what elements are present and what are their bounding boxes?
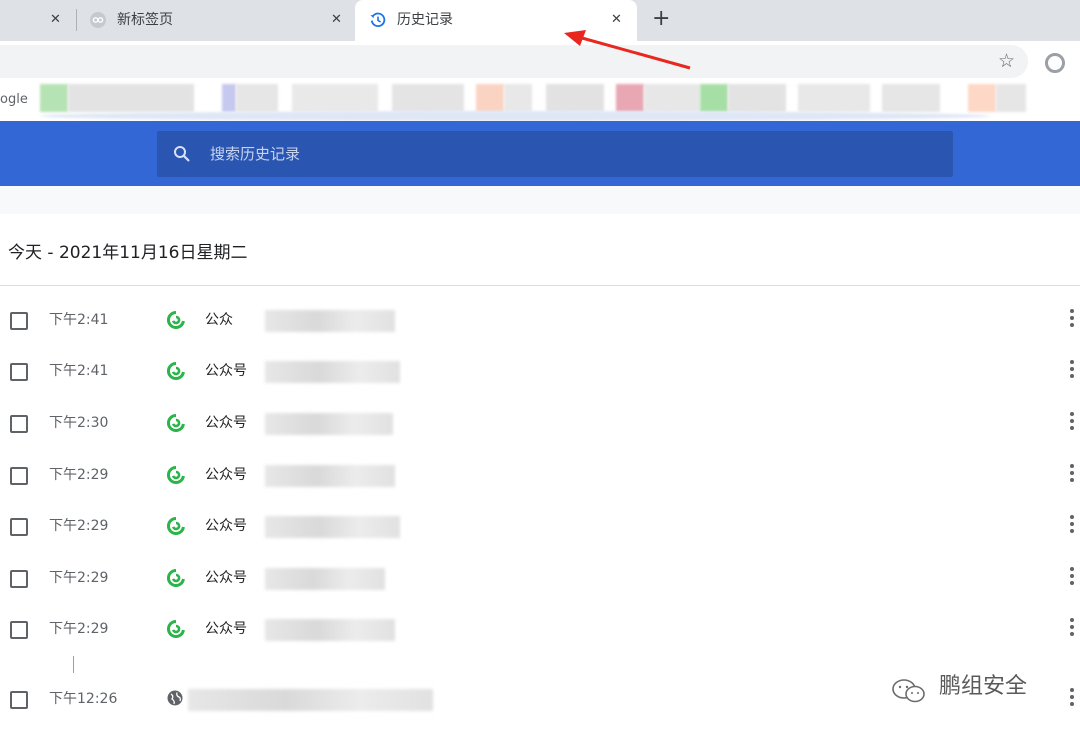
visit-time: 下午2:29: [49, 621, 109, 637]
page-title-link[interactable]: 公众号: [205, 569, 247, 587]
history-row[interactable]: 下午2:41 公众: [0, 295, 1080, 347]
header-band: [0, 186, 1080, 214]
history-row[interactable]: 下午2:29 公众号: [0, 604, 1080, 656]
redacted-text: [188, 689, 433, 711]
history-icon: [369, 11, 387, 29]
more-actions-icon[interactable]: [1070, 412, 1074, 432]
more-actions-icon[interactable]: [1070, 618, 1074, 638]
tab-title-new-tab[interactable]: 新标签页: [117, 12, 173, 28]
bookmark-item[interactable]: ogle: [0, 92, 28, 107]
wechat-icon: [166, 516, 186, 536]
tab-title-history[interactable]: 历史记录: [397, 12, 453, 28]
tab-separator: [76, 9, 77, 31]
page-title-link[interactable]: 公众号: [205, 414, 247, 432]
more-actions-icon[interactable]: [1070, 688, 1074, 708]
page-title-link[interactable]: 公众号: [205, 620, 247, 638]
divider: [0, 285, 1080, 286]
history-row[interactable]: 下午2:29 公众号: [0, 553, 1080, 605]
redacted-text: [265, 619, 395, 641]
history-row[interactable]: 下午2:41 公众号: [0, 346, 1080, 398]
row-checkbox[interactable]: [10, 363, 28, 381]
more-actions-icon[interactable]: [1070, 309, 1074, 329]
search-icon: [173, 145, 191, 163]
wechat-icon: [166, 310, 186, 330]
history-row[interactable]: 下午2:29 公众号: [0, 501, 1080, 553]
wechat-icon: [166, 465, 186, 485]
tab-close-button[interactable]: ✕: [611, 13, 622, 27]
tab-close-button[interactable]: ✕: [50, 13, 61, 27]
annotation-arrow: [560, 26, 700, 74]
more-actions-icon[interactable]: [1070, 515, 1074, 535]
new-tab-favicon-icon: [90, 12, 106, 28]
wechat-icon: [166, 413, 186, 433]
search-input[interactable]: 搜索历史记录: [210, 145, 300, 163]
wechat-icon: [166, 619, 186, 639]
page-title-link[interactable]: 公众号: [205, 362, 247, 380]
wechat-watermark-icon: [891, 677, 927, 705]
row-checkbox[interactable]: [10, 312, 28, 330]
visit-time: 下午2:41: [49, 312, 109, 328]
visit-time: 下午2:30: [49, 415, 109, 431]
wechat-icon: [166, 361, 186, 381]
page-title-link[interactable]: 公众号: [205, 466, 247, 484]
date-heading: 今天 - 2021年11月16日星期二: [8, 243, 248, 263]
redacted-text: [265, 516, 400, 538]
time-gap-line: [73, 656, 74, 673]
row-checkbox[interactable]: [10, 570, 28, 588]
redacted-text: [265, 310, 395, 332]
bookmark-star-icon[interactable]: ☆: [998, 51, 1015, 71]
wechat-icon: [166, 568, 186, 588]
visit-time: 下午12:26: [49, 691, 118, 707]
visit-time: 下午2:29: [49, 518, 109, 534]
tab-close-button[interactable]: ✕: [331, 13, 342, 27]
row-checkbox[interactable]: [10, 621, 28, 639]
more-actions-icon[interactable]: [1070, 567, 1074, 587]
page-title-link[interactable]: 公众: [205, 311, 233, 329]
visit-time: 下午2:29: [49, 467, 109, 483]
row-checkbox[interactable]: [10, 518, 28, 536]
redacted-text: [265, 465, 395, 487]
redacted-text: [265, 568, 385, 590]
row-checkbox[interactable]: [10, 467, 28, 485]
history-row[interactable]: 下午2:29 公众号: [0, 450, 1080, 502]
redacted-text: [265, 413, 393, 435]
row-checkbox[interactable]: [10, 415, 28, 433]
visit-time: 下午2:29: [49, 570, 109, 586]
more-actions-icon[interactable]: [1070, 464, 1074, 484]
row-checkbox[interactable]: [10, 691, 28, 709]
page-title-link[interactable]: 公众号: [205, 517, 247, 535]
history-row[interactable]: 下午2:30 公众号: [0, 398, 1080, 450]
more-actions-icon[interactable]: [1070, 360, 1074, 380]
address-bar[interactable]: [0, 45, 1028, 78]
visit-time: 下午2:41: [49, 363, 109, 379]
globe-icon: [166, 689, 186, 709]
redacted-text: [265, 361, 400, 383]
watermark-text: 鹏组安全: [939, 674, 1028, 699]
extension-icon[interactable]: [1045, 53, 1065, 73]
